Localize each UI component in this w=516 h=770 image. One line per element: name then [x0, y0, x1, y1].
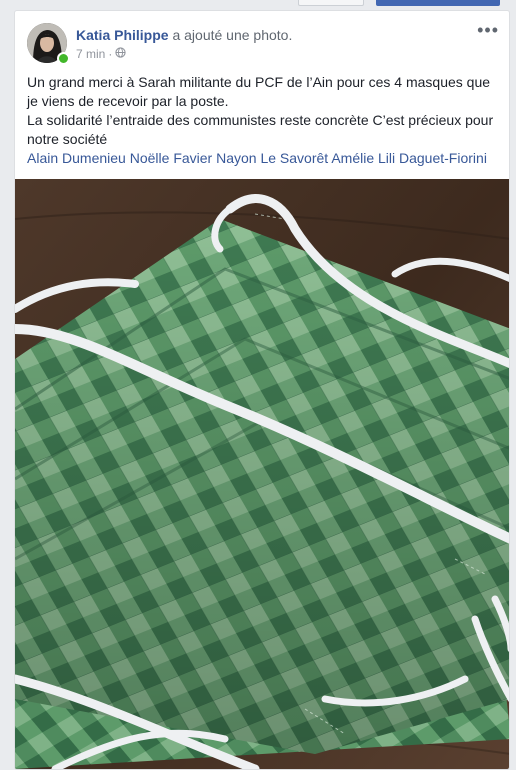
post-text-line: Un grand merci à Sarah militante du PCF …: [27, 74, 491, 109]
tag-link[interactable]: Alain Dumenieu: [27, 150, 126, 166]
top-strip: [0, 0, 516, 10]
tag-link[interactable]: Noëlle Favier Nayon: [130, 150, 257, 166]
top-button-secondary[interactable]: [298, 0, 364, 6]
globe-icon[interactable]: [115, 47, 126, 61]
author-name-link[interactable]: Katia Philippe: [76, 27, 169, 43]
top-button-primary[interactable]: [376, 0, 500, 6]
post-timestamp[interactable]: 7 min: [76, 47, 105, 61]
tagged-people: Alain Dumenieu Noëlle Favier Nayon Le Sa…: [27, 149, 503, 168]
ellipsis-icon[interactable]: •••: [477, 21, 499, 39]
tag-link[interactable]: Le Savorêt: [260, 150, 328, 166]
face-masks-photo: [15, 179, 509, 769]
post-action-text: a ajouté une photo.: [172, 27, 293, 43]
post-card: Katia Philippe a ajouté une photo. 7 min…: [14, 10, 510, 770]
post-photo[interactable]: [15, 179, 509, 769]
tag-link[interactable]: Amélie Lili Daguet-Fiorini: [331, 150, 487, 166]
post-meta: 7 min ·: [76, 47, 126, 61]
meta-separator: ·: [108, 47, 113, 61]
post-body: Un grand merci à Sarah militante du PCF …: [27, 73, 503, 168]
post-text-line: La solidarité l’entraide des communistes…: [27, 112, 494, 147]
online-status-dot: [57, 52, 70, 65]
post-header: Katia Philippe a ajouté une photo.: [76, 27, 292, 43]
